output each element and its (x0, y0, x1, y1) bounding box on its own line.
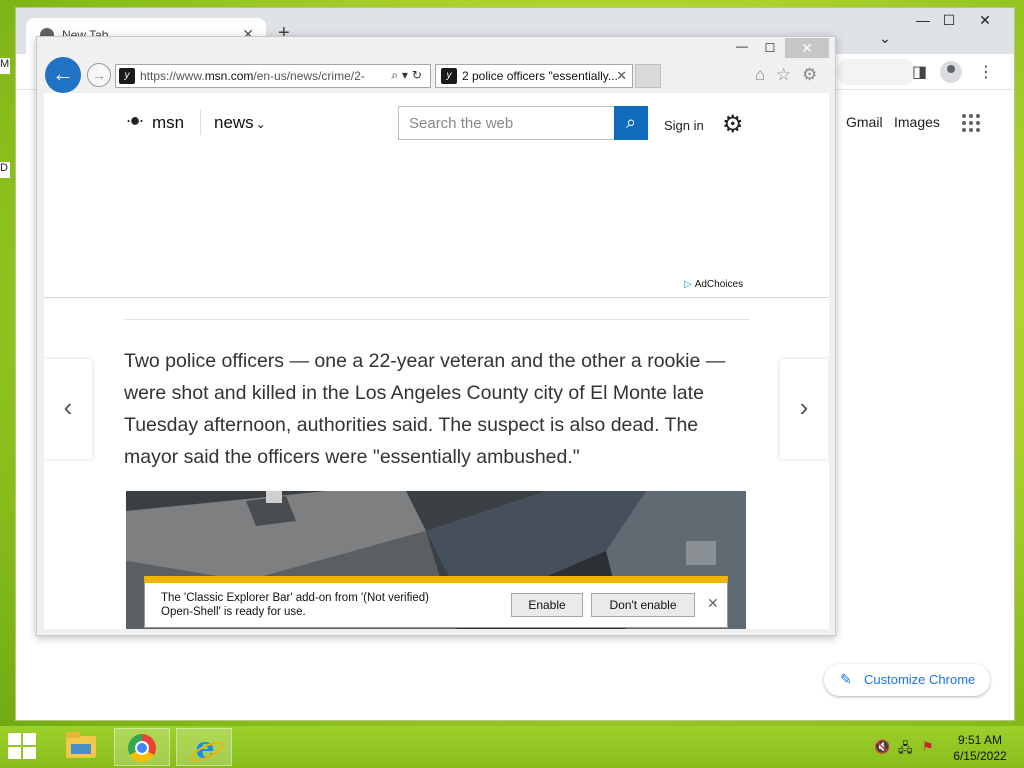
msn-settings-gear-icon[interactable]: ⚙ (722, 110, 744, 139)
article-divider (124, 319, 750, 320)
chevron-right-icon: › (799, 392, 809, 422)
chevron-left-icon: ‹ (63, 392, 73, 422)
network-icon[interactable]: 🖧 (898, 739, 913, 761)
taskbar-file-explorer[interactable] (52, 728, 108, 766)
addon-notification-bar: The 'Classic Explorer Bar' add-on from '… (144, 576, 728, 628)
settings-gear-icon[interactable]: ⚙ (802, 65, 817, 84)
ie-toolbar-icons: ⌂ ☆ ⚙ (755, 65, 823, 85)
search-box (398, 106, 648, 140)
enable-button[interactable]: Enable (511, 593, 583, 617)
chrome-icon (128, 734, 156, 762)
file-explorer-icon (66, 732, 96, 758)
section-news-dropdown[interactable]: news ⌄ (214, 113, 266, 133)
chrome-omnibox[interactable] (836, 59, 916, 85)
adchoices-icon: ▷ (684, 279, 692, 290)
taskbar: e 🔇 🖧 ⚑ 9:51 AM 6/15/2022 (0, 726, 1024, 768)
forward-arrow-icon[interactable]: → (87, 63, 111, 87)
windows-logo-icon (8, 733, 21, 745)
ie-window: — ☐ ✕ ← → y https://www.msn.com/en-us/ne… (36, 36, 836, 636)
volume-muted-icon[interactable]: 🔇 (874, 739, 890, 755)
ie-minimize-button[interactable]: — (729, 38, 755, 58)
chrome-maximize-button[interactable]: ☐ (934, 12, 964, 29)
gmail-link[interactable]: Gmail (846, 114, 883, 130)
desktop-icon-fragment[interactable]: M (0, 58, 10, 74)
notification-message: The 'Classic Explorer Bar' add-on from '… (161, 592, 429, 618)
butterfly-icon: ꔹ (126, 109, 145, 134)
system-clock[interactable]: 9:51 AM 6/15/2022 (948, 732, 1012, 764)
msn-favicon-icon: y (441, 68, 457, 84)
images-link[interactable]: Images (894, 114, 940, 130)
customize-chrome-button[interactable]: ✎ Customize Chrome (824, 664, 990, 696)
back-arrow-icon[interactable]: ← (45, 57, 81, 93)
chrome-tab-search-icon[interactable]: ⌄ (870, 30, 900, 47)
customize-chrome-label: Customize Chrome (864, 672, 976, 687)
google-apps-icon[interactable] (962, 114, 980, 132)
address-search-refresh-icons[interactable]: ⌕▾↻ (391, 68, 426, 83)
search-input[interactable] (399, 107, 609, 139)
taskbar-chrome[interactable] (114, 728, 170, 766)
clock-date: 6/15/2022 (953, 749, 1007, 763)
article-paragraph: Two police officers — one a 22-year vete… (124, 350, 726, 468)
internet-explorer-icon: e (189, 733, 221, 765)
adchoices-label: AdChoices (694, 279, 744, 290)
adchoices-link[interactable]: ▷ AdChoices (684, 279, 743, 290)
ie-tab-close-icon[interactable]: ✕ (616, 68, 627, 84)
sign-in-link[interactable]: Sign in (664, 118, 704, 133)
side-panel-icon[interactable]: ◨ (912, 62, 927, 82)
taskbar-internet-explorer[interactable]: e (176, 728, 232, 766)
desktop-icon-fragment[interactable]: D (0, 162, 10, 178)
msn-logo-text: msn (152, 113, 185, 132)
notification-close-icon[interactable]: ✕ (707, 595, 719, 612)
address-bar[interactable]: y https://www.msn.com/en-us/news/crime/2… (115, 64, 431, 88)
ie-maximize-button[interactable]: ☐ (757, 38, 783, 58)
favorites-star-icon[interactable]: ☆ (776, 65, 791, 84)
ie-new-tab-button[interactable] (635, 64, 661, 88)
ie-close-button[interactable]: ✕ (785, 38, 829, 58)
home-icon[interactable]: ⌂ (755, 65, 765, 84)
profile-avatar-icon[interactable] (940, 61, 962, 83)
ie-tab-title: 2 police officers "essentially... (462, 69, 618, 83)
address-url[interactable]: https://www.msn.com/en-us/news/crime/2- (140, 69, 372, 83)
msn-favicon-icon: y (119, 68, 135, 84)
search-icon: ⌕ (625, 112, 637, 132)
ad-divider (44, 297, 829, 298)
action-center-flag-icon[interactable]: ⚑ (922, 739, 934, 755)
chevron-down-icon: ⌄ (255, 117, 266, 131)
dont-enable-button[interactable]: Don't enable (591, 593, 695, 617)
header-divider (200, 109, 201, 135)
pencil-icon: ✎ (840, 671, 852, 687)
start-button[interactable] (8, 733, 38, 761)
section-label: news (214, 113, 254, 132)
chrome-close-button[interactable]: ✕ (970, 12, 1000, 29)
search-button[interactable]: ⌕ (614, 106, 648, 140)
page-content: ꔹ msn news⌄ ⌕ Sign in ⚙ ▷AdChoices Two p… (44, 93, 829, 629)
ie-tab-active[interactable]: y 2 police officers "essentially... ✕ (435, 64, 633, 88)
chrome-menu-icon[interactable]: ⋮ (978, 62, 994, 82)
clock-time: 9:51 AM (957, 733, 1003, 747)
next-article-button[interactable]: › (780, 359, 828, 459)
previous-article-button[interactable]: ‹ (44, 359, 92, 459)
